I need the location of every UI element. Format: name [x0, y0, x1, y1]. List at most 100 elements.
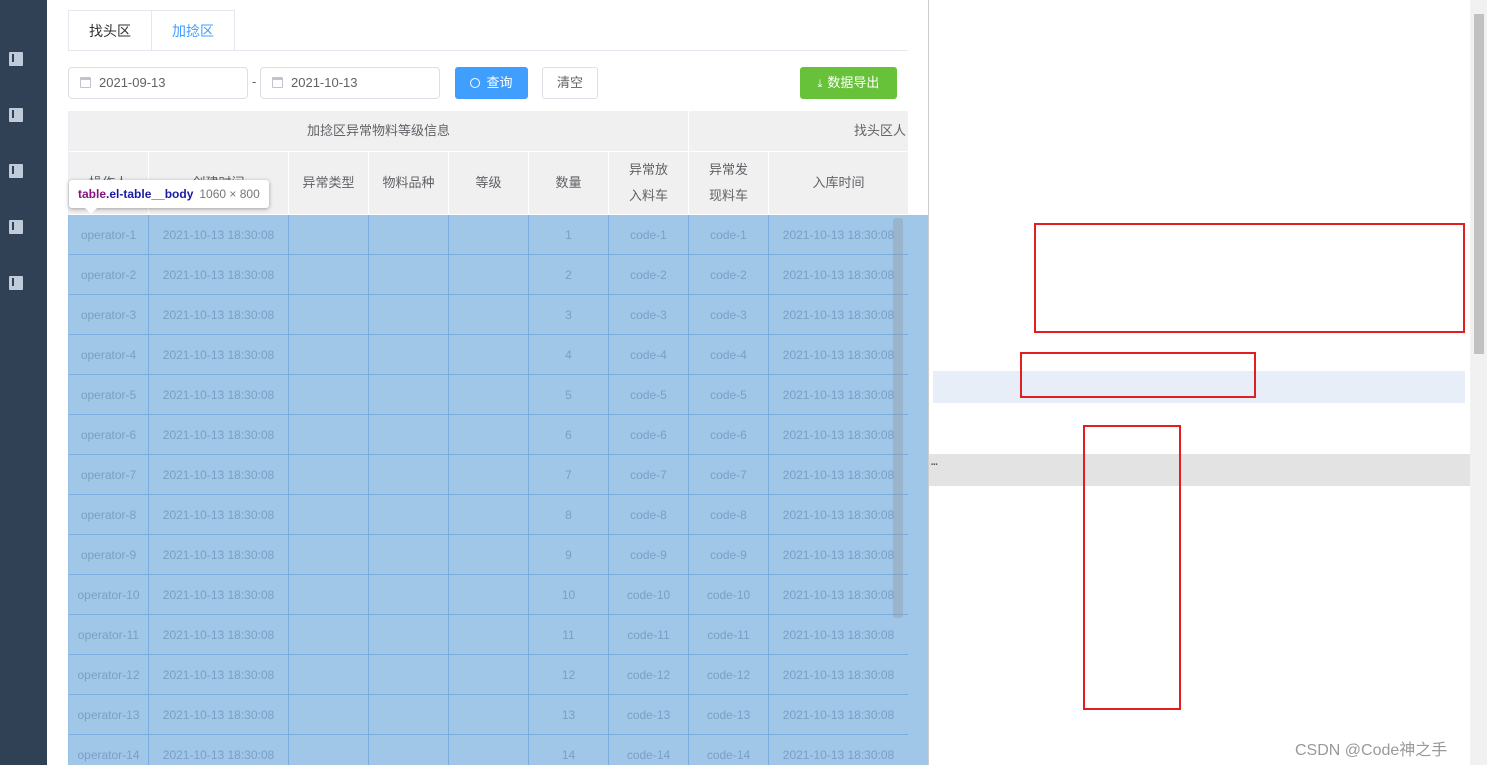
- table-cell: 2: [529, 255, 609, 295]
- table-cell: [449, 255, 529, 295]
- end-date-picker[interactable]: 2021-10-13: [260, 67, 440, 99]
- folder-icon[interactable]: [9, 220, 23, 234]
- table-scrollbar[interactable]: [893, 218, 903, 618]
- table-row[interactable]: operator-10 2021-10-13 18:30:08 10 code-10 c…: [69, 575, 908, 615]
- table-cell: 1: [529, 215, 609, 255]
- table-cell: 2021-10-13 18:30:08: [769, 255, 908, 295]
- folder-icon[interactable]: [9, 164, 23, 178]
- table-cell: operator-13: [69, 695, 149, 735]
- column-header[interactable]: 异常发现料车: [689, 152, 769, 215]
- table-cell: 2021-10-13 18:30:08: [769, 335, 908, 375]
- table-cell: 2021-10-13 18:30:08: [149, 575, 289, 615]
- table-row[interactable]: operator-4 2021-10-13 18:30:08 4 code-4 code…: [69, 335, 908, 375]
- table-cell: [369, 375, 449, 415]
- table-cell: code-8: [689, 495, 769, 535]
- table-cell: code-12: [689, 655, 769, 695]
- start-date-picker[interactable]: 2021-09-13: [68, 67, 248, 99]
- table-cell: [289, 295, 369, 335]
- more-icon[interactable]: …: [931, 455, 938, 468]
- table-cell: code-1: [609, 215, 689, 255]
- table-row[interactable]: operator-3 2021-10-13 18:30:08 3 code-3 code…: [69, 295, 908, 335]
- table-cell: [289, 375, 369, 415]
- export-button[interactable]: ⤓ 数据导出: [800, 67, 897, 99]
- table-cell: 2021-10-13 18:30:08: [149, 535, 289, 575]
- table-cell: [289, 735, 369, 765]
- tooltip-size: 1060 × 800: [199, 187, 260, 201]
- table-cell: [289, 615, 369, 655]
- table-cell: operator-6: [69, 415, 149, 455]
- start-date-value: 2021-09-13: [99, 75, 166, 90]
- table-row[interactable]: operator-6 2021-10-13 18:30:08 6 code-6 code…: [69, 415, 908, 455]
- table-cell: [449, 295, 529, 335]
- annotation-box: [1020, 352, 1256, 398]
- table-cell: 2021-10-13 18:30:08: [769, 415, 908, 455]
- column-header[interactable]: 入库时间: [769, 152, 908, 215]
- folder-icon[interactable]: [9, 108, 23, 122]
- table-cell: code-4: [609, 335, 689, 375]
- table-row[interactable]: operator-2 2021-10-13 18:30:08 2 code-2 code…: [69, 255, 908, 295]
- tab-zhaotou[interactable]: 找头区: [68, 10, 152, 51]
- table-row[interactable]: operator-9 2021-10-13 18:30:08 9 code-9 code…: [69, 535, 908, 575]
- table-cell: 2021-10-13 18:30:08: [769, 735, 908, 765]
- folder-icon[interactable]: [9, 52, 23, 66]
- table-cell: 5: [529, 375, 609, 415]
- table-cell: 11: [529, 615, 609, 655]
- table-row[interactable]: operator-13 2021-10-13 18:30:08 13 code-13 c…: [69, 695, 908, 735]
- tab-jianian[interactable]: 加捻区: [152, 10, 235, 51]
- table-cell: 2021-10-13 18:30:08: [769, 215, 908, 255]
- table-cell: [289, 255, 369, 295]
- table-row[interactable]: operator-8 2021-10-13 18:30:08 8 code-8 code…: [69, 495, 908, 535]
- devtools-scrollbar-thumb[interactable]: [1474, 14, 1484, 354]
- table-cell: 2021-10-13 18:30:08: [769, 575, 908, 615]
- table-row[interactable]: operator-5 2021-10-13 18:30:08 5 code-5 code…: [69, 375, 908, 415]
- table-cell: operator-7: [69, 455, 149, 495]
- table-cell: 8: [529, 495, 609, 535]
- table-cell: [369, 455, 449, 495]
- table-row[interactable]: operator-1 2021-10-13 18:30:08 1 code-1 code…: [69, 215, 908, 255]
- calendar-icon: [80, 77, 91, 88]
- table-cell: code-10: [689, 575, 769, 615]
- data-table: 加捻区异常物料等级信息 找头区人 操作人 创建时间 异常类型 物料品种 等级 数…: [68, 111, 908, 765]
- calendar-icon: [272, 77, 283, 88]
- column-header[interactable]: 等级: [449, 152, 529, 215]
- table-cell: 4: [529, 335, 609, 375]
- table-cell: code-8: [609, 495, 689, 535]
- table-cell: code-3: [609, 295, 689, 335]
- table-cell: code-3: [689, 295, 769, 335]
- table-cell: [369, 255, 449, 295]
- table-row[interactable]: operator-11 2021-10-13 18:30:08 11 code-11 c…: [69, 615, 908, 655]
- table-cell: 2021-10-13 18:30:08: [769, 615, 908, 655]
- table-cell: [369, 335, 449, 375]
- table-cell: [369, 615, 449, 655]
- table-row[interactable]: operator-7 2021-10-13 18:30:08 7 code-7 code…: [69, 455, 908, 495]
- table-cell: 10: [529, 575, 609, 615]
- column-header[interactable]: 异常类型: [289, 152, 369, 215]
- tooltip-tag: table: [78, 187, 107, 201]
- table-row[interactable]: operator-12 2021-10-13 18:30:08 12 code-12 c…: [69, 655, 908, 695]
- table-cell: 2021-10-13 18:30:08: [149, 295, 289, 335]
- table-cell: code-4: [689, 335, 769, 375]
- folder-icon[interactable]: [9, 276, 23, 290]
- table-cell: 2021-10-13 18:30:08: [149, 335, 289, 375]
- table-cell: code-14: [609, 735, 689, 765]
- search-button[interactable]: 查询: [455, 67, 528, 99]
- column-header[interactable]: 异常放入料车: [609, 152, 689, 215]
- table-cell: 2021-10-13 18:30:08: [149, 215, 289, 255]
- table-cell: [289, 455, 369, 495]
- devtools-elements-panel: … ▶<div class="css_title">…</div>▶<div c…: [928, 0, 1487, 765]
- table-cell: 6: [529, 415, 609, 455]
- table-cell: code-13: [609, 695, 689, 735]
- table-cell: 2021-10-13 18:30:08: [149, 375, 289, 415]
- table-cell: [289, 695, 369, 735]
- table-cell: [369, 575, 449, 615]
- table-cell: 2021-10-13 18:30:08: [769, 495, 908, 535]
- group-header-zhaotou: 找头区人: [689, 111, 908, 152]
- clear-button[interactable]: 清空: [542, 67, 598, 99]
- table-row[interactable]: operator-14 2021-10-13 18:30:08 14 code-14 c…: [69, 735, 908, 765]
- table-cell: [369, 535, 449, 575]
- column-header[interactable]: 数量: [529, 152, 609, 215]
- table-cell: code-11: [609, 615, 689, 655]
- table-cell: operator-2: [69, 255, 149, 295]
- table-cell: [449, 415, 529, 455]
- column-header[interactable]: 物料品种: [369, 152, 449, 215]
